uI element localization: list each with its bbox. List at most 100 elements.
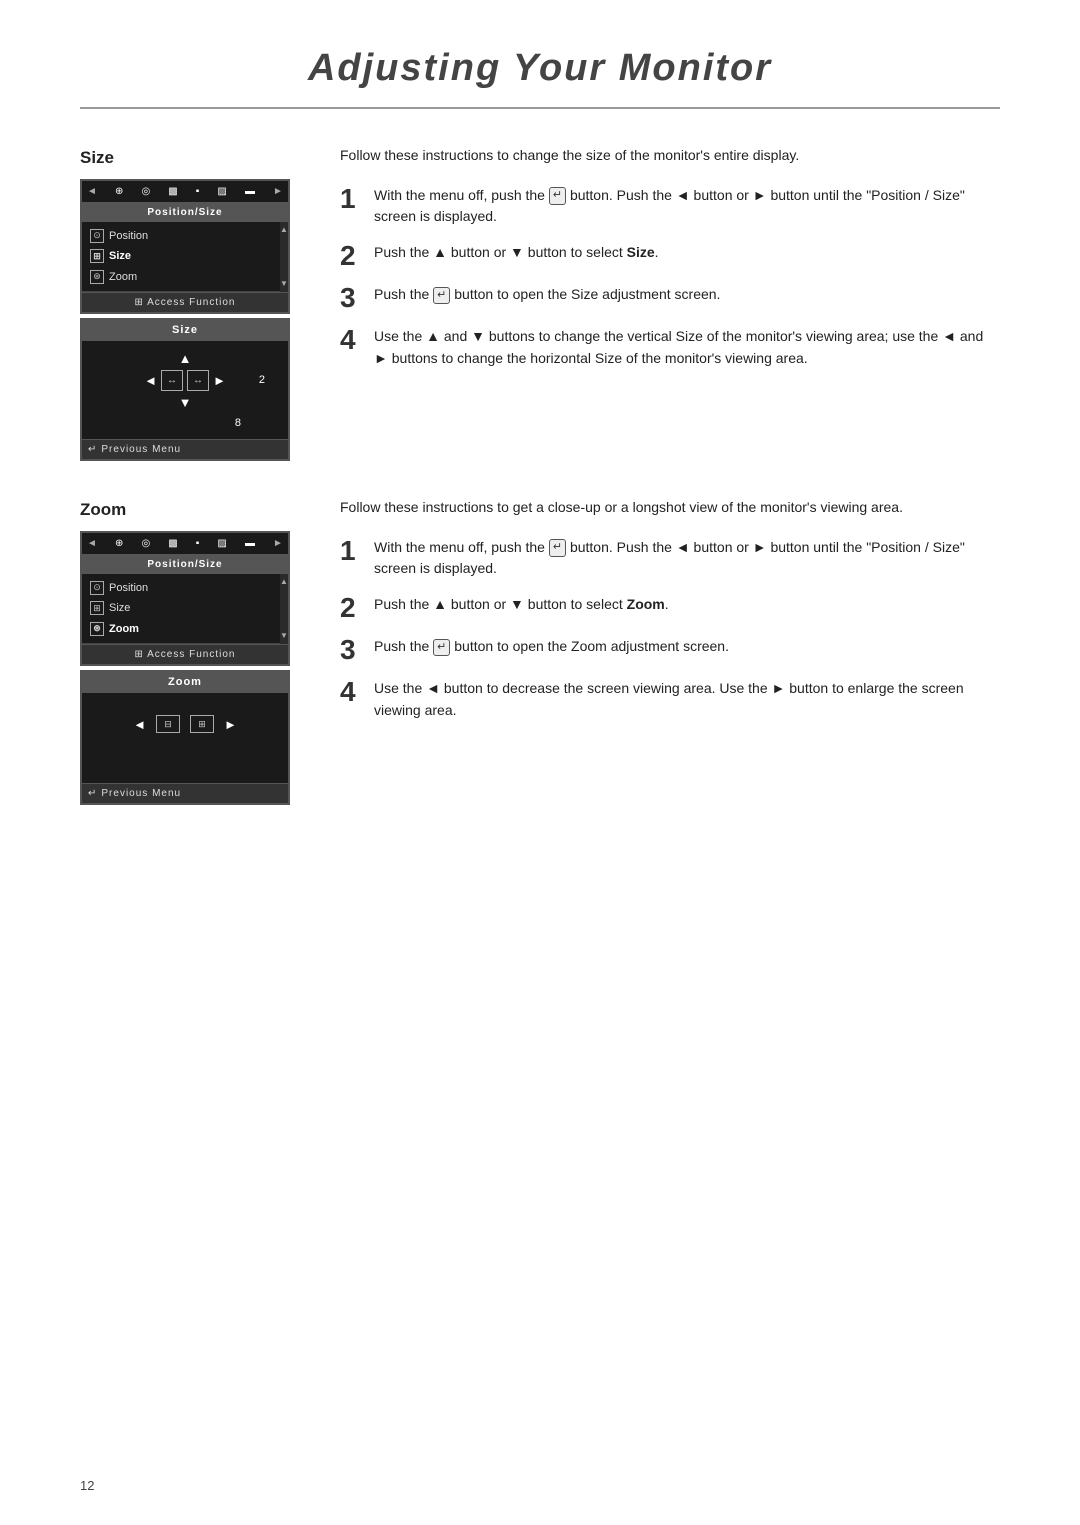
zoom-osd-right-arrow: ► [273, 536, 283, 551]
size-adjust-title: Size [82, 320, 288, 341]
zoom-intro-text: Follow these instructions to get a close… [340, 497, 1000, 519]
zoom-step-4: 4 Use the ◄ button to decrease the scree… [340, 678, 1000, 721]
zoom-step-2-num: 2 [340, 594, 362, 622]
zoom-section-left: Zoom ◄ ⊕ ◎ ▩ ▪ ▨ ▬ ► Position/Size [80, 497, 300, 805]
page-number: 12 [80, 1476, 94, 1496]
zoom-menu-size-label: Size [109, 600, 130, 617]
size-menu-position: ⊙ Position [90, 226, 272, 247]
size-step-1-btn: ↵ [549, 187, 566, 204]
size-number-h: 8 [235, 415, 241, 432]
zoom-position-icon: ⊙ [90, 581, 104, 595]
zoom-step-1-num: 1 [340, 537, 362, 565]
size-osd-position-size-label: Position/Size [82, 203, 288, 222]
size-osd-menu-row: ⊙ Position ⊞ Size ⊛ Zoom [82, 222, 288, 293]
zoom-adjust-title: Zoom [82, 672, 288, 693]
size-horiz-icon: ↔ [161, 370, 183, 391]
zoom-section: Zoom ◄ ⊕ ◎ ▩ ▪ ▨ ▬ ► Position/Size [80, 497, 1000, 805]
size-step-1-num: 1 [340, 185, 362, 213]
size-osd-menu: ◄ ⊕ ◎ ▩ ▪ ▨ ▬ ► Position/Size [80, 179, 290, 315]
zoom-osd-icon-6: ▬ [245, 536, 255, 551]
zoom-adjust-screen: Zoom ◄ ⊟ ⊞ ► ↵ Previous Menu [80, 670, 290, 805]
zoom-menu-zoom: ⊛ Zoom [90, 619, 272, 640]
size-osd-right-arrow: ► [273, 184, 283, 199]
zoom-adjust-body: ◄ ⊟ ⊞ ► [82, 693, 288, 783]
size-menu-zoom-label: Zoom [109, 269, 137, 286]
zoom-menu-position: ⊙ Position [90, 578, 272, 599]
zoom-osd-container: ◄ ⊕ ◎ ▩ ▪ ▨ ▬ ► Position/Size [80, 531, 300, 805]
size-adjust-body: ▲ ◄ ↔ ↔ ► 2 ▼ 8 [82, 341, 288, 440]
zoom-menu-position-label: Position [109, 580, 148, 597]
zoom-osd-icon-4: ▪ [196, 536, 200, 551]
size-right-arrow: ► [213, 371, 226, 391]
zoom-size-icon: ⊞ [90, 601, 104, 615]
size-step-2: 2 Push the ▲ button or ▼ button to selec… [340, 242, 1000, 270]
zoom-right-arrow: ► [224, 715, 237, 735]
size-menu-size-label: Size [109, 248, 131, 265]
size-access-bar: ⊞ Access Function [82, 292, 288, 312]
size-step-1-text: With the menu off, push the ↵ button. Pu… [374, 185, 1000, 228]
size-osd-icon-4: ▪ [196, 184, 200, 199]
zoom-prev-label: Previous Menu [101, 786, 181, 801]
size-horiz-icon2: ↔ [187, 370, 209, 391]
size-step-2-text: Push the ▲ button or ▼ button to select … [374, 242, 659, 264]
size-access-label: Access Function [147, 297, 235, 308]
size-osd-topbar: ◄ ⊕ ◎ ▩ ▪ ▨ ▬ ► [82, 181, 288, 203]
size-step-1: 1 With the menu off, push the ↵ button. … [340, 185, 1000, 228]
size-menu-items: ⊙ Position ⊞ Size ⊛ Zoom [82, 222, 280, 293]
zoom-menu-zoom-label: Zoom [109, 621, 139, 638]
size-section-left: Size ◄ ⊕ ◎ ▩ ▪ ▨ ▬ ► Pos [80, 145, 300, 461]
size-prev-label: Previous Menu [101, 442, 181, 457]
zoom-box-large: ⊞ [190, 715, 214, 733]
page-container: Adjusting Your Monitor Size ◄ ⊕ ◎ ▩ ▪ ▨ … [0, 0, 1080, 1525]
size-step-4-num: 4 [340, 326, 362, 354]
zoom-osd-left-arrow: ◄ [87, 536, 97, 551]
zoom-step-1-btn: ↵ [549, 539, 566, 556]
zoom-bold: Zoom [627, 596, 665, 612]
size-step-3-text: Push the ↵ button to open the Size adjus… [374, 284, 720, 306]
zoom-access-label: Access Function [147, 649, 235, 660]
zoom-step-3-text: Push the ↵ button to open the Zoom adjus… [374, 636, 729, 658]
size-number-v: 2 [259, 372, 265, 389]
zoom-prev-menu: ↵ Previous Menu [82, 783, 288, 803]
zoom-osd-icon-1: ⊕ [115, 536, 123, 551]
zoom-osd-icon-5: ▨ [217, 536, 226, 551]
size-left-arrow: ◄ [144, 371, 157, 391]
size-prev-icon: ↵ [88, 442, 97, 457]
size-section-right: Follow these instructions to change the … [340, 145, 1000, 461]
zoom-steps: 1 With the menu off, push the ↵ button. … [340, 537, 1000, 722]
zoom-icon: ⊛ [90, 270, 104, 284]
size-adjust-screen: Size ▲ ◄ ↔ ↔ ► 2 [80, 318, 290, 461]
size-up-arrow: ▲ [179, 349, 192, 369]
size-bold: Size [627, 244, 655, 260]
size-menu-position-label: Position [109, 228, 148, 245]
size-step-2-num: 2 [340, 242, 362, 270]
zoom-step-1: 1 With the menu off, push the ↵ button. … [340, 537, 1000, 580]
zoom-osd-icon-2: ◎ [141, 536, 150, 551]
size-heading: Size [80, 145, 300, 171]
size-intro-text: Follow these instructions to change the … [340, 145, 1000, 167]
zoom-menu-items: ⊙ Position ⊞ Size ⊛ Zoom [82, 574, 280, 645]
size-step-4: 4 Use the ▲ and ▼ buttons to change the … [340, 326, 1000, 369]
size-osd-icon-3: ▩ [168, 184, 177, 199]
zoom-access-icon: ⊞ [135, 649, 144, 660]
zoom-controls: ◄ ⊟ ⊞ ► [92, 701, 278, 743]
zoom-step-3-btn: ↵ [433, 639, 450, 656]
zoom-scrollbar: ▲ ▼ [280, 574, 288, 645]
size-step-3-num: 3 [340, 284, 362, 312]
size-section: Size ◄ ⊕ ◎ ▩ ▪ ▨ ▬ ► Pos [80, 145, 1000, 461]
size-scrollbar: ▲ ▼ [280, 222, 288, 293]
size-step-3: 3 Push the ↵ button to open the Size adj… [340, 284, 1000, 312]
size-steps: 1 With the menu off, push the ↵ button. … [340, 185, 1000, 370]
zoom-step-3-num: 3 [340, 636, 362, 664]
zoom-step-3: 3 Push the ↵ button to open the Zoom adj… [340, 636, 1000, 664]
zoom-step-4-num: 4 [340, 678, 362, 706]
size-menu-zoom: ⊛ Zoom [90, 267, 272, 288]
zoom-menu-size: ⊞ Size [90, 598, 272, 619]
size-down-arrow: ▼ [179, 393, 192, 413]
size-controls: ▲ ◄ ↔ ↔ ► 2 ▼ 8 [125, 349, 245, 432]
zoom-osd-position-size-label: Position/Size [82, 555, 288, 574]
zoom-left-arrow: ◄ [133, 715, 146, 735]
zoom-zoom-icon: ⊛ [90, 622, 104, 636]
zoom-osd-icon-3: ▩ [168, 536, 177, 551]
size-controls-wrapper: ▲ ◄ ↔ ↔ ► 2 ▼ 8 [92, 349, 278, 432]
